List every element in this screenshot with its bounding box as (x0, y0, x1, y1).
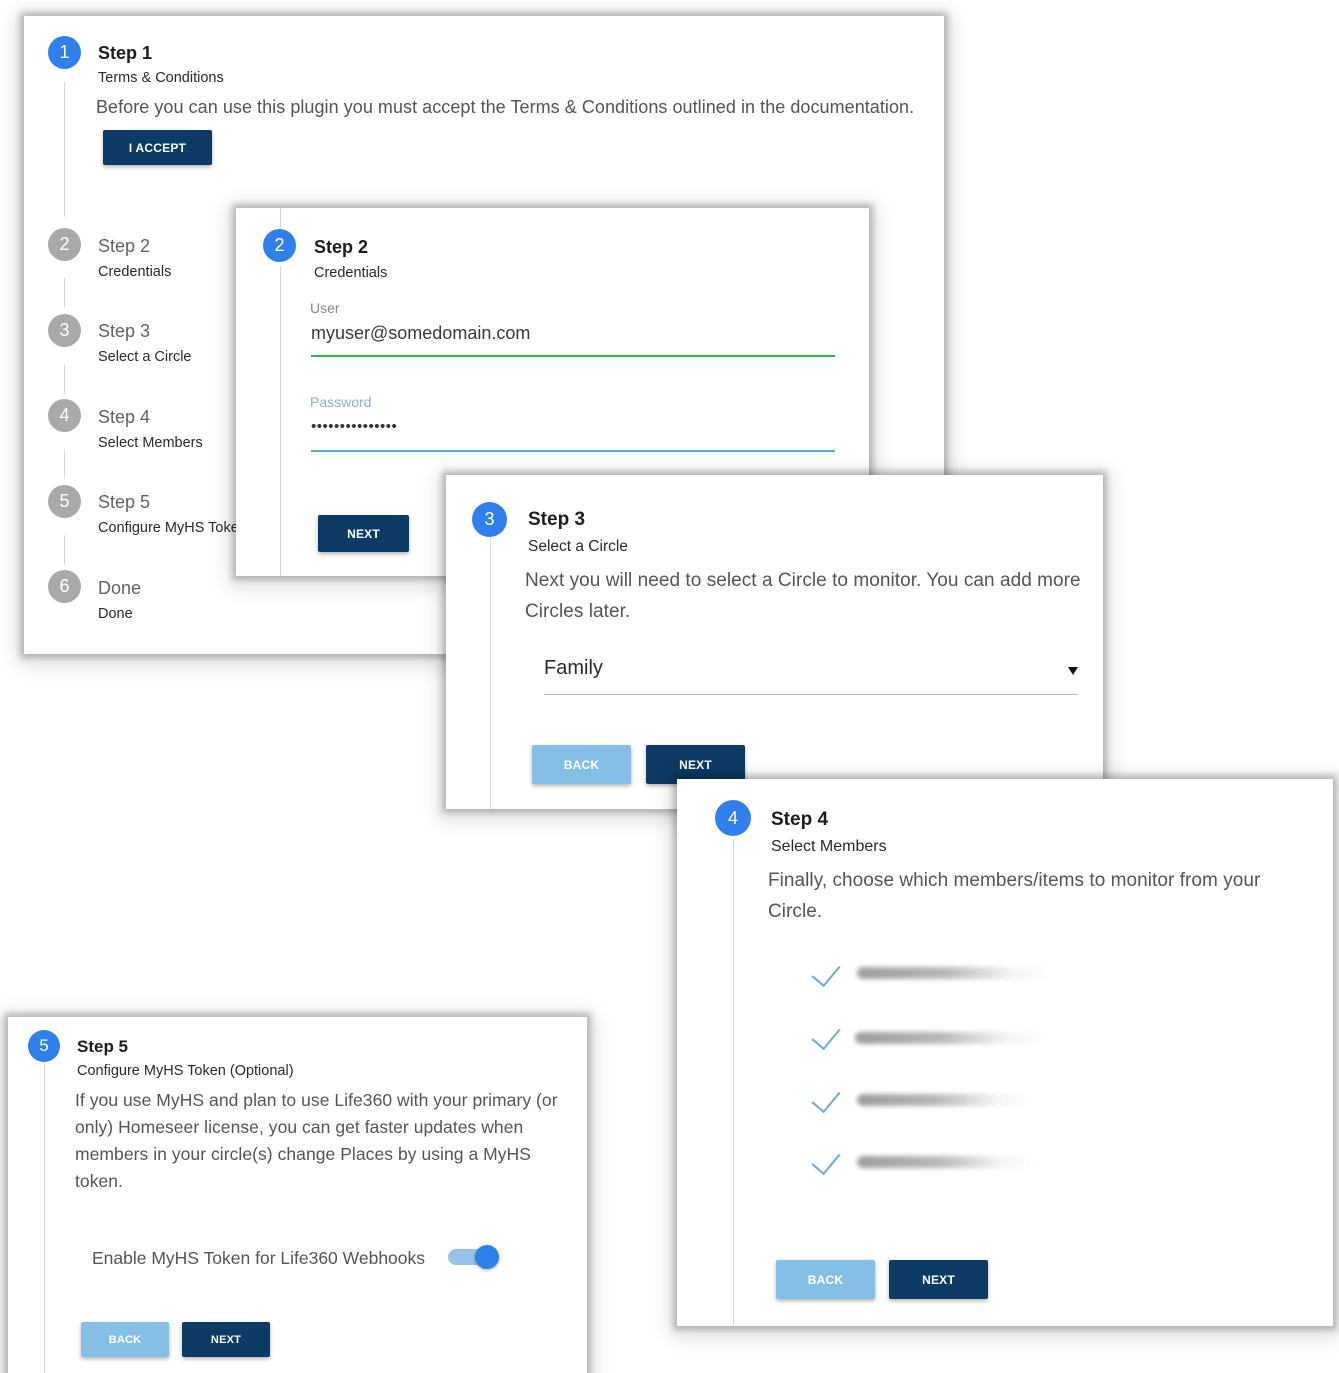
next-button[interactable]: NEXT (889, 1260, 988, 1299)
step-1-title[interactable]: Step 1 (98, 43, 152, 64)
step-5-title[interactable]: Step 5 (98, 492, 150, 513)
step-2-indicator[interactable]: 2 (263, 229, 296, 262)
member-name-redacted (857, 967, 1052, 979)
wizard-collage: 1 Step 1 Terms & Conditions Before you c… (0, 0, 1339, 1373)
step-4-title[interactable]: Step 4 (98, 407, 150, 428)
step-5-indicator[interactable]: 5 (48, 485, 81, 518)
next-button[interactable]: NEXT (182, 1322, 270, 1357)
select-members-card: 4 Step 4 Select Members Finally, choose … (677, 779, 1333, 1326)
step-1-subtitle: Terms & Conditions (98, 70, 224, 86)
check-icon[interactable] (811, 1019, 841, 1051)
user-field-underline (311, 355, 835, 357)
next-button[interactable]: NEXT (318, 515, 409, 552)
stepper-rail (64, 535, 65, 565)
step-4-indicator[interactable]: 4 (715, 800, 751, 836)
dropdown-arrow-icon (1068, 667, 1078, 675)
step-6-title[interactable]: Done (98, 578, 141, 599)
accept-terms-button[interactable]: I ACCEPT (103, 130, 212, 165)
member-name-redacted (857, 1094, 1032, 1106)
circle-description: Next you will need to select a Circle to… (525, 570, 1081, 622)
step-6-indicator[interactable]: 6 (48, 570, 81, 603)
back-button[interactable]: BACK (776, 1260, 875, 1299)
back-button[interactable]: BACK (81, 1322, 169, 1357)
select-circle-card: 3 Step 3 Select a Circle Next you will n… (446, 475, 1103, 809)
check-icon[interactable] (811, 956, 841, 988)
members-description: Finally, choose which members/items to m… (768, 870, 1261, 922)
step-2-indicator[interactable]: 2 (48, 228, 81, 261)
check-icon[interactable] (811, 1082, 841, 1114)
step-5-subtitle: Configure MyHS Token (Optional) (77, 1063, 294, 1079)
stepper-rail (44, 1063, 45, 1373)
back-button[interactable]: BACK (532, 745, 631, 784)
step-3-title[interactable]: Step 3 (98, 321, 150, 342)
myhs-toggle-knob[interactable] (475, 1245, 499, 1269)
step-3-indicator[interactable]: 3 (48, 314, 81, 347)
step-2-title[interactable]: Step 2 (98, 236, 150, 257)
user-field[interactable]: myuser@somedomain.com (311, 323, 530, 344)
step-3-subtitle: Select a Circle (528, 538, 628, 555)
step-4-title[interactable]: Step 4 (771, 809, 828, 831)
member-name-redacted (855, 1032, 1045, 1044)
step-4-indicator[interactable]: 4 (48, 399, 81, 432)
step-1-indicator[interactable]: 1 (48, 36, 81, 69)
myhs-description: If you use MyHS and plan to use Life360 … (75, 1090, 558, 1191)
stepper-rail (280, 266, 281, 576)
member-name-redacted (857, 1156, 1037, 1168)
stepper-rail (490, 537, 491, 809)
circle-select-value: Family (544, 657, 603, 679)
step-6-subtitle: Done (98, 606, 133, 622)
myhs-toggle-label: Enable MyHS Token for Life360 Webhooks (92, 1248, 426, 1268)
step-3-subtitle: Select a Circle (98, 349, 192, 365)
myhs-token-card: 5 Step 5 Configure MyHS Token (Optional)… (8, 1017, 587, 1373)
step-2-subtitle: Credentials (98, 264, 172, 280)
stepper-rail (64, 278, 65, 308)
stepper-rail (733, 839, 734, 1326)
password-field[interactable]: ••••••••••••••• (311, 418, 397, 435)
step-3-title[interactable]: Step 3 (528, 509, 585, 531)
step-3-indicator[interactable]: 3 (472, 502, 507, 537)
password-field-underline (311, 450, 835, 452)
step-2-title[interactable]: Step 2 (314, 237, 368, 258)
terms-description: Before you can use this plugin you must … (96, 97, 915, 117)
password-field-label: Password (310, 394, 372, 410)
step-4-subtitle: Select Members (98, 435, 203, 451)
user-field-label: User (310, 300, 340, 316)
step-4-subtitle: Select Members (771, 838, 887, 855)
step-2-subtitle: Credentials (314, 265, 388, 281)
stepper-rail (280, 208, 281, 230)
step-5-indicator[interactable]: 5 (28, 1030, 60, 1062)
circle-select[interactable]: Family (544, 653, 1078, 695)
stepper-rail (64, 82, 65, 217)
step-5-title[interactable]: Step 5 (77, 1037, 128, 1057)
stepper-rail (64, 364, 65, 394)
stepper-rail (64, 449, 65, 479)
check-icon[interactable] (811, 1144, 841, 1176)
